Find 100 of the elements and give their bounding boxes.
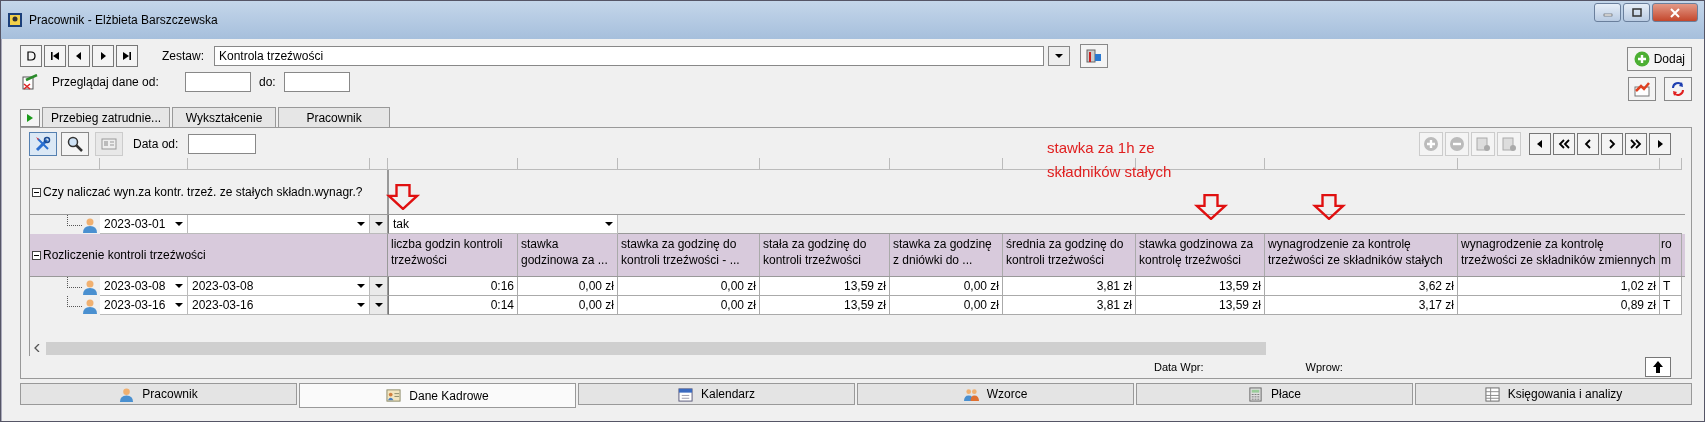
value-dropdown[interactable]: tak [388,215,618,234]
column-header[interactable]: ro m [1660,234,1682,276]
close-icon [1669,7,1681,18]
table-cell: 0,00 zł [618,277,760,296]
column-header[interactable]: średnia za godzinę do kontroli trzeźwości [1003,234,1136,276]
down-arrow-icon [1193,194,1229,220]
column-header[interactable]: stawka godzinowa za kontrolę trzeźwości [1136,234,1265,276]
columns-icon [1086,48,1102,64]
up-button[interactable] [1645,357,1671,377]
double-chevron-right-icon [1630,139,1642,149]
app-icon [7,12,23,28]
edit-icon [22,74,38,90]
column-header[interactable]: wynagrodzenie za kontrolę trzeźwości ze składników stałych [1265,234,1458,276]
last-record-button[interactable] [116,45,138,67]
column-header[interactable]: stawka za godzinę z dniówki do ... [890,234,1003,276]
group-title: Czy naliczać wyn.za kontr. trzeź. ze stałych składn.wynagr.? [43,185,363,199]
refresh-icon [1670,81,1686,97]
collapse-icon[interactable] [32,187,41,197]
tab[interactable]: Wykształcenie [172,107,277,127]
table-cell: T [1660,296,1682,315]
previous-record-button[interactable] [68,45,90,67]
close-button[interactable] [1652,3,1698,22]
bottom-tab[interactable]: Kalendarz [578,383,855,405]
next-record-button[interactable] [92,45,114,67]
chevron-left-icon [1583,139,1593,149]
browse-to-label: do: [259,75,276,89]
dropdown-button[interactable] [370,277,388,296]
add-button[interactable]: Dodaj [1626,47,1692,71]
horizontal-scrollbar[interactable] [46,341,1266,355]
last-icon [122,51,132,61]
minus-circle-icon [1449,136,1465,152]
person-icon [82,216,98,233]
scroll-left-icon[interactable] [34,344,40,352]
collapse-icon[interactable] [32,250,41,260]
grid-date-field[interactable] [188,134,257,154]
caret-icon [1055,54,1063,58]
column-header[interactable]: stała za godzinę do kontroli trzeźwości [760,234,890,276]
document-icon [1501,136,1517,152]
scroll-left-button[interactable] [1529,133,1551,155]
tab[interactable]: Pracownik [278,107,391,127]
caret-icon [175,284,183,288]
column-header[interactable]: wynagrodzenie za kontrolę trzeźwości ze składników zmiennych [1458,234,1660,276]
document-icon [1475,136,1491,152]
table-cell: 1,02 zł [1458,277,1660,296]
left-triangle-icon [1535,139,1545,149]
bottom-tab[interactable]: Wzorce [857,383,1134,405]
table-cell: 3,81 zł [1003,296,1136,315]
table-cell: T [1660,277,1682,296]
bottom-tab[interactable]: Księgowania i analizy [1415,383,1692,405]
chevron-right-icon [1607,139,1617,149]
table-cell: 3,17 zł [1265,296,1458,315]
last-column-button[interactable] [1625,133,1647,155]
set-dropdown[interactable]: Kontrola trzeźwości [214,46,1044,66]
table-cell: 13,59 zł [760,296,890,315]
person-icon [82,297,98,314]
bottom-tab[interactable]: Płace [1136,383,1413,405]
date-to-field[interactable] [283,72,350,92]
first-column-button[interactable] [1553,133,1575,155]
date-dropdown[interactable]: 2023-03-01 [100,215,188,234]
previous-column-button[interactable] [1577,133,1599,155]
table-cell: 0,00 zł [890,277,1003,296]
entered-by-label: Wprow: [1305,361,1343,373]
column-header[interactable]: stawka za godzinę do kontroli trzeźwości - ... [618,234,760,276]
scroll-right-button[interactable] [1649,133,1671,155]
dropdown-button[interactable] [370,296,388,315]
date-dropdown[interactable]: 2023-03-16 [188,296,370,315]
date-dropdown[interactable]: 2023-03-08 [100,277,188,296]
next-column-button[interactable] [1601,133,1623,155]
play-button[interactable] [20,109,40,127]
column-header[interactable]: liczba godzin kontroli trzeźwości [388,234,518,276]
set-label: Zestaw: [162,49,204,63]
table-cell: 0,00 zł [518,277,618,296]
date-from-field[interactable] [185,72,251,92]
chart-button[interactable] [1628,77,1656,101]
minimize-button[interactable] [1594,3,1621,22]
date-dropdown[interactable]: 2023-03-16 [100,296,188,315]
double-chevron-left-icon [1558,139,1570,149]
search-button[interactable] [61,132,89,156]
dropdown-button[interactable] [370,215,388,234]
table-cell: 0:16 [388,277,518,296]
date-dropdown[interactable]: 2023-03-08 [188,277,370,296]
tab[interactable]: Przebieg zatrudnie... [42,107,171,127]
dropdown-button[interactable] [1048,46,1070,66]
table-cell: 0,00 zł [618,296,760,315]
caret-icon [175,222,183,226]
bottom-tab[interactable]: Pracownik [20,383,297,405]
settings-button[interactable] [1080,44,1108,68]
down-arrow-icon [1311,194,1347,220]
table-cell: 3,62 zł [1265,277,1458,296]
bottom-tab[interactable]: Dane Kadrowe [299,383,576,408]
refresh-button[interactable] [1664,77,1692,101]
column-header[interactable]: stawka godzinowa za ... [518,234,618,276]
new-record-button[interactable] [20,45,42,67]
right-triangle-icon [1655,139,1665,149]
caret-icon [357,222,365,226]
maximize-button[interactable] [1623,3,1650,22]
first-record-button[interactable] [44,45,66,67]
tools-button[interactable] [29,132,57,156]
table-cell: 0,89 zł [1458,296,1660,315]
people-icon [963,386,979,402]
